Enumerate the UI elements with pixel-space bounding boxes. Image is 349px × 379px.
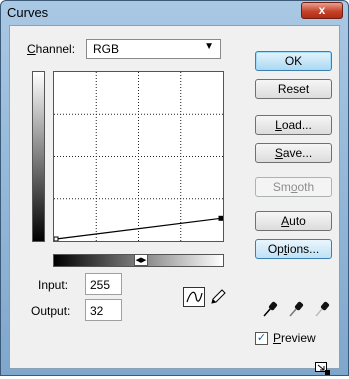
expand-icon[interactable] [315, 362, 331, 376]
curve-tool-icon [186, 291, 203, 303]
close-button[interactable]: x [301, 2, 343, 19]
title-bar[interactable]: Curves x [1, 1, 348, 25]
output-label: Output: [31, 304, 71, 318]
pencil-tool-button[interactable] [207, 287, 229, 307]
ok-button[interactable]: OK [255, 51, 332, 71]
curve-graph-svg [54, 72, 223, 241]
dropdown-arrow-icon: ▼ [204, 41, 214, 52]
save-button[interactable]: Save... [255, 143, 332, 163]
close-icon: x [318, 3, 326, 17]
input-label: Input: [38, 278, 69, 292]
curve-line[interactable] [55, 217, 222, 240]
graph-grid [54, 72, 223, 241]
window-title: Curves [7, 5, 49, 20]
dialog-body: Channel: RGB ▼ ◀▶ Input: 255 Output: 32 … [9, 25, 340, 375]
curves-dialog: Curves x Channel: RGB ▼ ◀▶ Input: 255 Ou… [0, 0, 349, 376]
ramp-toggle-icon[interactable]: ◀▶ [134, 254, 148, 266]
options-button[interactable]: Options... [255, 239, 332, 259]
reset-button[interactable]: Reset [255, 79, 332, 99]
preview-checkbox[interactable]: ✓ [255, 332, 268, 345]
channel-select[interactable]: RGB ▼ [86, 39, 221, 59]
smooth-button[interactable]: Smooth [255, 177, 332, 197]
pencil-tool-icon [211, 289, 226, 304]
preview-label: Preview [273, 331, 316, 345]
output-field[interactable]: 32 [85, 299, 122, 321]
gray-eyedropper-icon[interactable] [288, 300, 304, 318]
auto-button[interactable]: Auto [255, 211, 332, 231]
white-eyedropper-icon[interactable] [314, 300, 330, 318]
curve-control-point[interactable] [218, 215, 223, 221]
load-button[interactable]: Load... [255, 115, 332, 135]
channel-value: RGB [93, 42, 120, 56]
curve-control-point[interactable] [54, 236, 59, 241]
black-eyedropper-icon[interactable] [262, 300, 278, 318]
curve-graph[interactable] [53, 71, 224, 242]
input-field[interactable]: 255 [85, 273, 122, 295]
curve-tool-button[interactable] [183, 287, 205, 307]
channel-label: Channel: [27, 42, 76, 56]
output-gradient-bar [32, 71, 45, 242]
